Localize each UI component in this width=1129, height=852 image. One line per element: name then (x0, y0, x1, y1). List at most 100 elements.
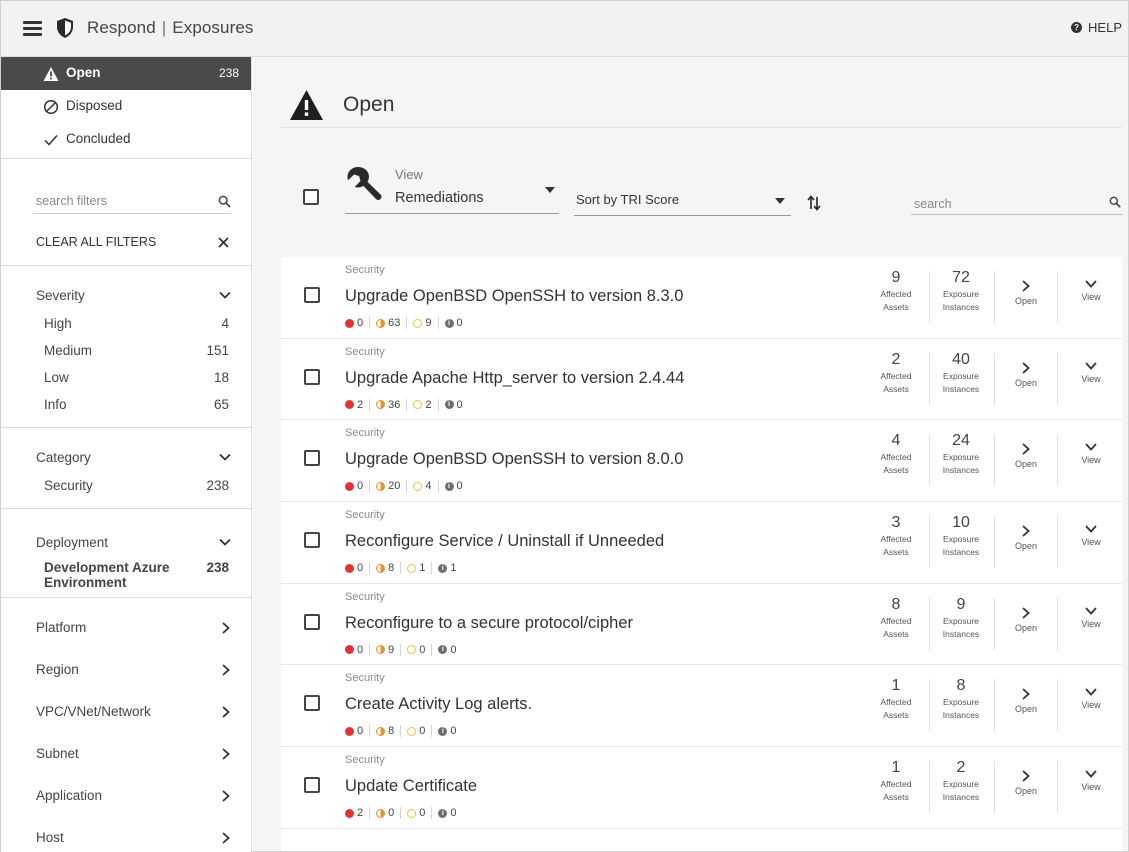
clear-all-filters-button[interactable]: CLEAR ALL FILTERS (1, 214, 251, 265)
facet-option-medium[interactable]: Medium 151 (1, 337, 251, 364)
low-value: 0 (419, 725, 426, 738)
list-item[interactable]: Security Upgrade OpenBSD OpenSSH to versi… (281, 257, 1122, 339)
facet-application[interactable]: Application (1, 776, 251, 818)
caret-down-icon[interactable] (775, 198, 785, 204)
facet-severity-header[interactable]: Severity (1, 280, 251, 310)
row-checkbox[interactable] (304, 613, 320, 630)
sort-direction-icon[interactable] (807, 195, 821, 211)
exposure-label-line2: Instances (942, 465, 980, 476)
exposure-label-line1: Exposure (943, 779, 979, 790)
row-checkbox[interactable] (304, 287, 320, 303)
open-button[interactable]: Open (1000, 442, 1052, 469)
search-placeholder[interactable]: search (914, 197, 952, 211)
list-item[interactable]: Security Reconfigure to a secure protocol… (281, 584, 1122, 666)
medium-value: 8 (388, 725, 395, 738)
facet-option-security[interactable]: Security 238 (1, 472, 251, 499)
info-count: i0 (431, 725, 462, 738)
view-button[interactable]: View (1065, 279, 1117, 302)
open-button[interactable]: Open (1000, 606, 1052, 633)
view-button[interactable]: View (1065, 687, 1117, 710)
view-button[interactable]: View (1065, 769, 1117, 792)
breadcrumb-page: Exposures (172, 18, 254, 37)
critical-value: 0 (357, 480, 364, 493)
breadcrumb-section[interactable]: Respond (87, 18, 156, 37)
facet-option-label: Security (44, 478, 93, 493)
facet-subnet[interactable]: Subnet (1, 734, 251, 776)
facet-region[interactable]: Region (1, 650, 251, 692)
row-title[interactable]: Reconfigure Service / Uninstall if Unnee… (345, 532, 664, 551)
list-item[interactable]: Security Update Certificate 2 0 0 i 0 1 Affected… (281, 747, 1122, 829)
critical-icon (345, 318, 354, 328)
status-concluded[interactable]: Concluded (1, 123, 251, 156)
low-count: 9 (406, 317, 437, 329)
medium-value: 8 (388, 562, 395, 575)
severity-breakdown: 2 36 2 i 0 (345, 398, 469, 411)
chevron-down-icon (219, 453, 231, 461)
list-item[interactable]: Security Create Activity Log alerts. 0 8 0 i 0… (281, 665, 1122, 748)
open-button[interactable]: Open (1000, 279, 1052, 306)
help-button[interactable]: ? HELP (1071, 20, 1122, 35)
critical-value: 0 (357, 725, 364, 738)
facet-deployment-header[interactable]: Deployment (1, 527, 251, 557)
row-category: Security (345, 427, 385, 440)
row-checkbox[interactable] (304, 532, 320, 549)
row-title[interactable]: Update Certificate (345, 777, 477, 796)
facet-option-low[interactable]: Low 18 (1, 364, 251, 391)
facet-option-info[interactable]: Info 65 (1, 391, 251, 418)
open-button[interactable]: Open (1000, 687, 1052, 714)
affected-label-line1: Affected (880, 779, 912, 790)
facet-option-high[interactable]: High 4 (1, 310, 251, 337)
sort-select-value[interactable]: Sort by TRI Score (576, 192, 679, 207)
list-item[interactable]: Security Reconfigure Service / Uninstall … (281, 502, 1122, 584)
row-title[interactable]: Reconfigure to a secure protocol/cipher (345, 614, 633, 633)
row-checkbox[interactable] (304, 450, 320, 467)
severity-breakdown: 200i0 (345, 807, 463, 820)
info-value: 0 (450, 643, 457, 656)
low-count: 0 (400, 725, 431, 738)
medium-icon (376, 808, 386, 818)
search-icon[interactable] (1109, 196, 1121, 208)
chevron-right-icon (222, 832, 230, 844)
list-item[interactable]: Security Upgrade Apache Http_server to ve… (281, 339, 1122, 421)
view-select-value[interactable]: Remediations (395, 190, 484, 206)
search-icon[interactable] (218, 195, 231, 208)
facet-platform[interactable]: Platform (1, 608, 251, 650)
open-button[interactable]: Open (1000, 361, 1052, 388)
row-title[interactable]: Upgrade Apache Http_server to version 2.… (345, 369, 684, 388)
view-button[interactable]: View (1065, 524, 1117, 547)
chevron-down-icon (1065, 524, 1117, 534)
view-button[interactable]: View (1065, 361, 1117, 384)
low-value: 0 (419, 643, 426, 656)
page-breadcrumb: Respond | Exposures (87, 18, 254, 38)
affected-assets-value: 3 (891, 514, 901, 532)
facet-label: Category (36, 450, 91, 465)
row-title[interactable]: Create Activity Log alerts. (345, 695, 532, 714)
row-checkbox[interactable] (304, 368, 320, 385)
facet-option-count: 238 (206, 560, 229, 575)
facet-option-development-azure-environment[interactable]: Development Azure Environment 238 (1, 557, 251, 595)
select-all-checkbox[interactable] (303, 189, 319, 205)
exposure-instances-label: Exposure Instances (930, 370, 992, 396)
facet-category-header[interactable]: Category (1, 442, 251, 472)
facet-host[interactable]: Host (1, 818, 251, 852)
open-button[interactable]: Open (1000, 524, 1052, 551)
facet-vpc-vnet-network[interactable]: VPC/VNet/Network (1, 692, 251, 734)
view-button[interactable]: View (1065, 442, 1117, 465)
affected-assets-label: Affected Assets (865, 533, 927, 559)
row-title[interactable]: Upgrade OpenBSD OpenSSH to version 8.3.0 (345, 287, 683, 306)
row-checkbox[interactable] (304, 777, 320, 794)
shield-icon (57, 18, 73, 38)
menu-icon[interactable] (23, 20, 42, 36)
row-checkbox[interactable] (304, 695, 320, 712)
open-button[interactable]: Open (1000, 769, 1052, 796)
status-disposed[interactable]: Disposed (1, 90, 251, 123)
medium-count: 8 (369, 562, 400, 575)
status-open[interactable]: Open 238 (1, 57, 251, 90)
close-icon[interactable] (217, 236, 230, 249)
list-item[interactable]: Security Upgrade OpenBSD OpenSSH to versi… (281, 420, 1122, 503)
search-filters-input[interactable]: search filters (1, 159, 251, 214)
caret-down-icon[interactable] (545, 187, 555, 193)
view-button[interactable]: View (1065, 606, 1117, 629)
row-title[interactable]: Upgrade OpenBSD OpenSSH to version 8.0.0 (345, 450, 683, 469)
divider (994, 352, 995, 405)
